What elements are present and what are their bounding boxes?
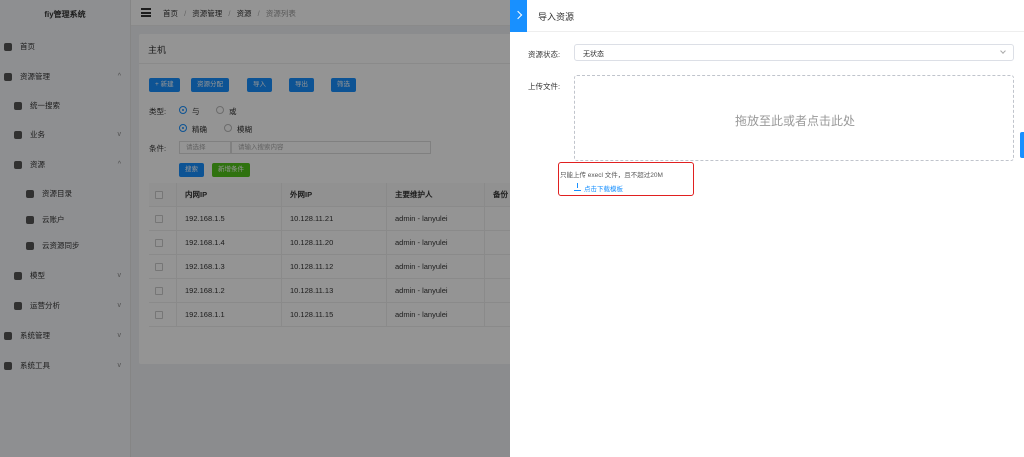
- import-drawer: 导入资源 资源状态: 无状态 上传文件: 拖放至此或者点击此处 只能上传 exe…: [510, 0, 1024, 457]
- drawer-title: 导入资源: [538, 12, 575, 22]
- status-label: 资源状态:: [528, 50, 561, 59]
- modal-overlay[interactable]: [0, 0, 510, 457]
- status-select[interactable]: 无状态: [574, 44, 1014, 61]
- side-tab[interactable]: [1020, 132, 1024, 158]
- download-icon[interactable]: [574, 183, 581, 191]
- chevron-right-icon[interactable]: [510, 0, 527, 32]
- dropzone-hint: 拖放至此或者点击此处: [734, 114, 855, 128]
- upload-tip: 只能上传 execl 文件，且不超过20M: [560, 172, 663, 179]
- upload-label: 上传文件:: [528, 82, 561, 91]
- download-template-link[interactable]: 点击下载模板: [584, 183, 623, 193]
- drawer-header: 导入资源: [510, 0, 1024, 32]
- upload-dropzone[interactable]: 拖放至此或者点击此处: [574, 75, 1014, 161]
- chevron-down-icon: [1000, 48, 1006, 54]
- status-select-value: 无状态: [583, 51, 604, 58]
